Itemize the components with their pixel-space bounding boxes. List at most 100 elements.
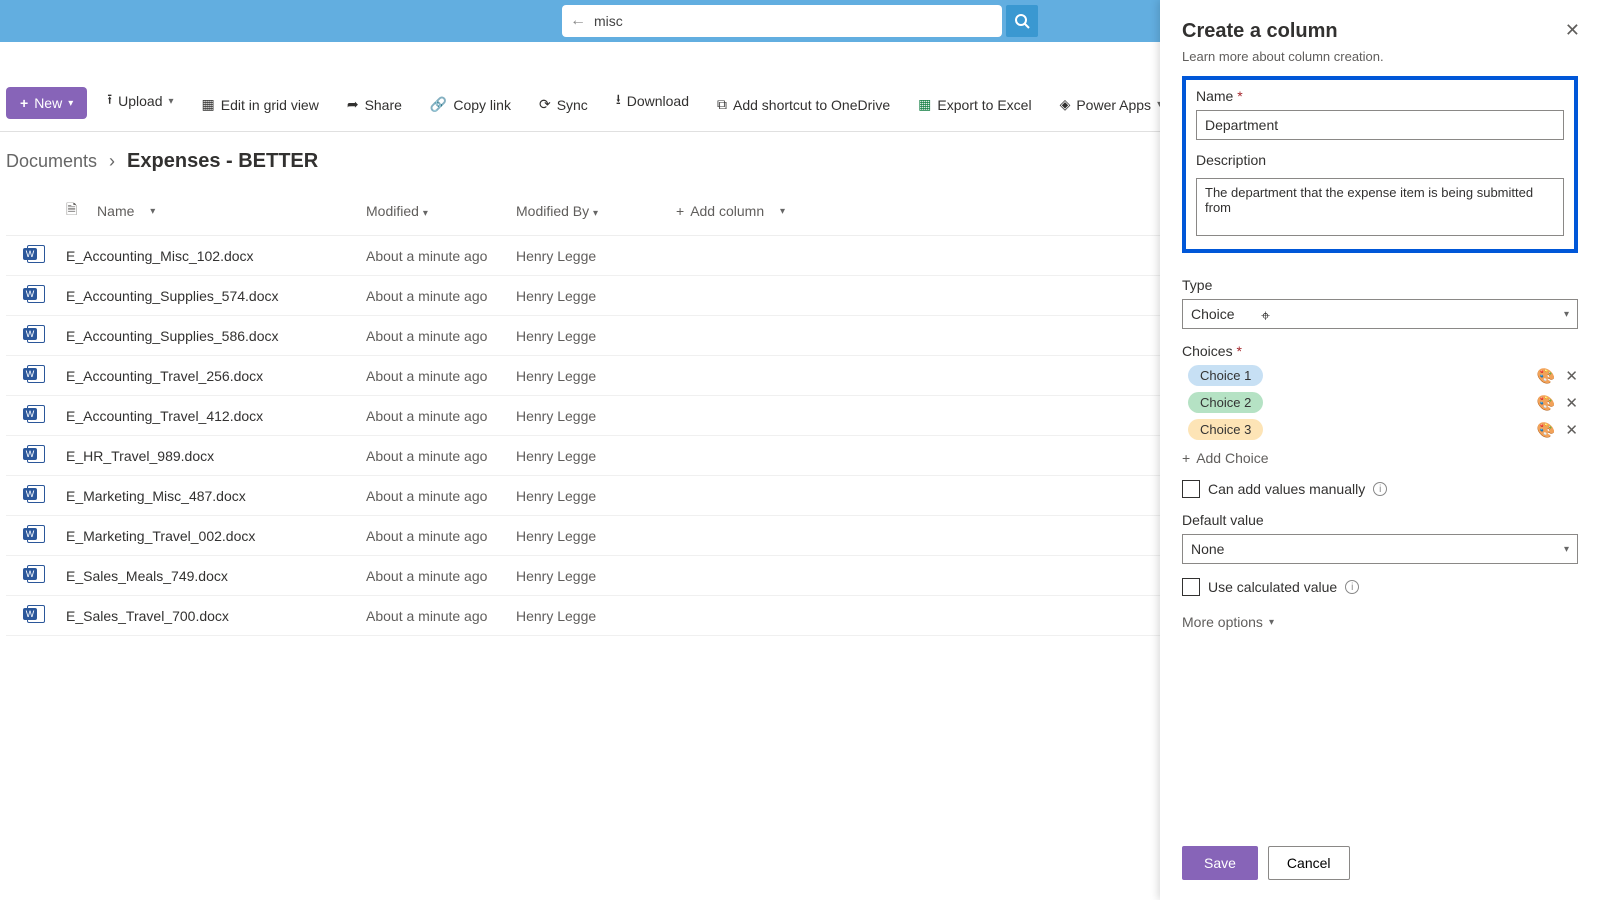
file-modified: About a minute ago [366,488,516,504]
choice-pill[interactable]: Choice 2 [1188,392,1263,413]
info-icon[interactable]: i [1345,580,1359,594]
more-options-button[interactable]: More options ▾ [1182,614,1578,630]
remove-choice-button[interactable]: ✕ [1565,421,1578,439]
checkbox-icon [1182,578,1200,596]
choice-row: Choice 2 🎨 ✕ [1182,392,1578,413]
file-name[interactable]: E_Accounting_Supplies_586.docx [66,328,366,344]
choice-row: Choice 3 🎨 ✕ [1182,419,1578,440]
powerapps-icon: ◈ [1060,96,1071,113]
file-modified-by: Henry Legge [516,248,676,264]
file-name[interactable]: E_Accounting_Travel_412.docx [66,408,366,424]
can-add-manually-label: Can add values manually [1208,481,1365,497]
description-input[interactable]: The department that the expense item is … [1196,178,1564,236]
add-choice-label: Add Choice [1196,450,1268,466]
chevron-down-icon: ▾ [780,206,785,217]
checkbox-icon [1182,480,1200,498]
file-modified-by: Henry Legge [516,528,676,544]
search-box[interactable]: ← [562,5,1002,37]
can-add-manually-checkbox[interactable]: Can add values manually i [1182,480,1578,498]
word-doc-icon [27,405,45,423]
excel-icon: ▦ [918,96,931,113]
power-apps-label: Power Apps [1076,97,1151,113]
file-name[interactable]: E_Marketing_Misc_487.docx [66,488,366,504]
type-select[interactable]: Choice ▾ ⌖ [1182,299,1578,329]
col-name-header[interactable]: 🗎 Name ▾ [66,199,366,223]
chevron-down-icon: ▾ [593,208,598,219]
use-calculated-checkbox[interactable]: Use calculated value i [1182,578,1578,596]
download-button[interactable]: ⭳Download [608,83,697,119]
add-shortcut-button[interactable]: ⧉Add shortcut to OneDrive [709,90,898,119]
grid-icon: ▦ [202,96,215,113]
col-modified-by-label: Modified By [516,203,589,219]
back-arrow-icon[interactable]: ← [570,12,586,30]
col-name-label: Name [97,203,134,219]
remove-choice-button[interactable]: ✕ [1565,367,1578,385]
file-name[interactable]: E_Accounting_Travel_256.docx [66,368,366,384]
choices-section: Choices * Choice 1 🎨 ✕ Choice 2 🎨 ✕ Choi… [1182,343,1578,466]
share-button[interactable]: ➦ Share [339,90,410,119]
remove-choice-button[interactable]: ✕ [1565,394,1578,412]
palette-icon[interactable]: 🎨 [1537,394,1556,412]
learn-more-link[interactable]: Learn more about column creation. [1182,49,1578,64]
file-modified-by: Henry Legge [516,448,676,464]
type-label: Type [1182,277,1578,293]
add-column-button[interactable]: +Add column ▾ [676,203,826,219]
word-doc-icon [27,365,45,383]
upload-icon: ⭱ [107,89,112,113]
search-button[interactable] [1006,5,1038,37]
palette-icon[interactable]: 🎨 [1537,367,1556,385]
sync-button[interactable]: ⟳Sync [531,90,596,119]
upload-button[interactable]: ⭱Upload▾ [99,83,181,119]
word-doc-icon [27,445,45,463]
file-name[interactable]: E_Sales_Meals_749.docx [66,568,366,584]
description-label: Description [1196,152,1564,168]
plus-icon: + [20,95,28,111]
name-label: Name * [1196,88,1564,104]
chevron-down-icon: ▾ [1564,309,1569,320]
file-name[interactable]: E_Accounting_Supplies_574.docx [66,288,366,304]
file-name[interactable]: E_Marketing_Travel_002.docx [66,528,366,544]
choice-pill[interactable]: Choice 3 [1188,419,1263,440]
chevron-down-icon: ▾ [1269,617,1274,628]
search-input[interactable] [594,13,994,29]
close-button[interactable]: ✕ [1565,20,1580,41]
file-modified: About a minute ago [366,408,516,424]
sync-label: Sync [557,97,588,113]
breadcrumb-root[interactable]: Documents [6,151,97,172]
info-icon[interactable]: i [1373,482,1387,496]
share-label: Share [365,97,402,113]
copy-link-button[interactable]: 🔗Copy link [422,90,519,119]
file-modified-by: Henry Legge [516,488,676,504]
upload-label: Upload [118,93,162,109]
col-modified-header[interactable]: Modified ▾ [366,203,516,219]
export-excel-button[interactable]: ▦Export to Excel [910,90,1039,119]
col-modified-by-header[interactable]: Modified By ▾ [516,203,676,219]
power-apps-button[interactable]: ◈Power Apps▾ [1052,90,1171,119]
file-modified: About a minute ago [366,608,516,624]
file-name[interactable]: E_Accounting_Misc_102.docx [66,248,366,264]
file-name[interactable]: E_Sales_Travel_700.docx [66,608,366,624]
new-button[interactable]: +New▾ [6,87,87,119]
name-input[interactable] [1196,110,1564,140]
cancel-button[interactable]: Cancel [1268,846,1350,880]
breadcrumb-current: Expenses - BETTER [127,150,318,173]
edit-grid-button[interactable]: ▦ Edit in grid view [194,90,327,119]
edit-grid-label: Edit in grid view [221,97,319,113]
chevron-down-icon: ▾ [150,206,155,217]
add-choice-button[interactable]: +Add Choice [1182,450,1578,466]
col-modified-label: Modified [366,203,419,219]
chevron-down-icon: ▾ [423,208,428,219]
palette-icon[interactable]: 🎨 [1537,421,1556,439]
chevron-right-icon: › [109,151,115,172]
shortcut-icon: ⧉ [717,96,727,113]
default-value-select[interactable]: None ▾ [1182,534,1578,564]
panel-footer: Save Cancel [1182,826,1578,880]
file-name[interactable]: E_HR_Travel_989.docx [66,448,366,464]
word-doc-icon [27,565,45,583]
search-icon [1014,13,1030,29]
share-icon: ➦ [347,96,359,113]
choice-pill[interactable]: Choice 1 [1188,365,1263,386]
use-calculated-label: Use calculated value [1208,579,1337,595]
save-button[interactable]: Save [1182,846,1258,880]
file-modified: About a minute ago [366,568,516,584]
